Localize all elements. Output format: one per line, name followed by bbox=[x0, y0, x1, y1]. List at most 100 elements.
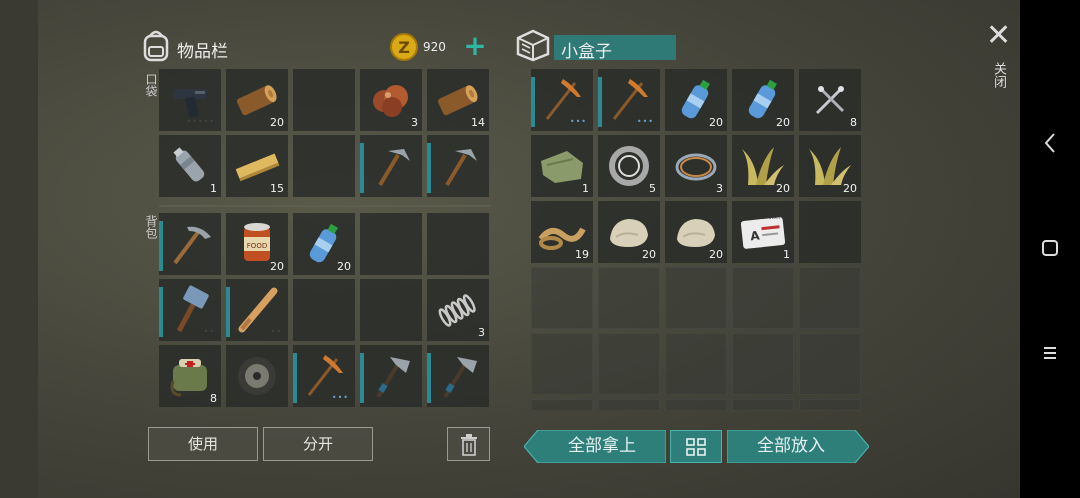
quality-dots: ••• bbox=[569, 117, 587, 126]
box-icon bbox=[516, 29, 550, 62]
sort-grid-icon bbox=[686, 438, 706, 456]
axe-icon bbox=[443, 357, 477, 399]
spring-icon bbox=[438, 294, 476, 327]
take-all-button[interactable]: 全部拿上 bbox=[524, 430, 666, 463]
container-slot[interactable]: 8 bbox=[799, 69, 861, 131]
backpack-slot[interactable]: FOOD 20 bbox=[226, 213, 288, 275]
container-empty-slot[interactable] bbox=[665, 333, 727, 395]
container-empty-slot[interactable] bbox=[732, 267, 794, 329]
backpack-slot[interactable] bbox=[360, 345, 422, 407]
axe-icon bbox=[376, 357, 410, 399]
use-button[interactable]: 使用 bbox=[148, 427, 258, 461]
pocket-slot[interactable]: 1 bbox=[159, 135, 221, 197]
durability-bar bbox=[360, 143, 364, 193]
durability-bar bbox=[598, 77, 602, 127]
backpack-slot[interactable] bbox=[293, 279, 355, 341]
backpack-slot[interactable] bbox=[427, 345, 489, 407]
backpack-slot[interactable]: ••• bbox=[293, 345, 355, 407]
pocket-slot[interactable]: 14 bbox=[427, 69, 489, 131]
item-count: 20 bbox=[709, 248, 723, 261]
home-nav-icon[interactable] bbox=[1020, 238, 1080, 263]
container-slot[interactable] bbox=[799, 201, 861, 263]
container-slot[interactable]: 20 bbox=[598, 201, 660, 263]
quality-dots: •• bbox=[270, 327, 282, 336]
pocket-slot[interactable] bbox=[293, 135, 355, 197]
put-all-button[interactable]: 全部放入 bbox=[727, 430, 869, 463]
backpack-slot[interactable]: 20 bbox=[293, 213, 355, 275]
container-empty-slot[interactable] bbox=[598, 267, 660, 329]
backpack-slot[interactable]: 3 bbox=[427, 279, 489, 341]
container-empty-slot[interactable] bbox=[598, 333, 660, 395]
pocket-slot[interactable] bbox=[293, 69, 355, 131]
container-empty-slot[interactable] bbox=[799, 333, 861, 395]
container-empty-slot[interactable] bbox=[732, 399, 794, 411]
ore-icon bbox=[373, 85, 408, 117]
container-slot[interactable]: 20 bbox=[799, 135, 861, 197]
container-empty-slot[interactable] bbox=[531, 399, 593, 411]
item-count: 20 bbox=[843, 182, 857, 195]
item-count: 8 bbox=[850, 116, 857, 129]
close-button[interactable]: ✕ bbox=[986, 21, 1011, 51]
backpack-slot[interactable] bbox=[360, 213, 422, 275]
backpack-slot[interactable] bbox=[360, 279, 422, 341]
backpack-slot[interactable] bbox=[427, 213, 489, 275]
svg-text:FOOD: FOOD bbox=[247, 242, 267, 250]
durability-bar bbox=[159, 221, 163, 271]
container-slot[interactable]: ••• bbox=[598, 69, 660, 131]
container-slot[interactable]: A US ARMY 1 bbox=[732, 201, 794, 263]
backpack-slot[interactable] bbox=[159, 213, 221, 275]
menu-nav-icon[interactable] bbox=[1020, 342, 1080, 367]
container-empty-slot[interactable] bbox=[598, 399, 660, 411]
item-count: 1 bbox=[582, 182, 589, 195]
close-label: 关闭 bbox=[991, 62, 1006, 88]
hammer-pick-icon bbox=[378, 149, 410, 187]
container-slot[interactable]: ••• bbox=[531, 69, 593, 131]
split-button[interactable]: 分开 bbox=[263, 427, 373, 461]
item-count: 15 bbox=[270, 182, 284, 195]
trash-button[interactable] bbox=[447, 427, 490, 461]
back-nav-icon[interactable] bbox=[1020, 132, 1080, 160]
pocket-slot[interactable]: ••••• bbox=[159, 69, 221, 131]
durability-bar bbox=[226, 287, 230, 337]
container-slot[interactable]: 20 bbox=[732, 135, 794, 197]
container-slot[interactable]: 3 bbox=[665, 135, 727, 197]
backpack-slot[interactable] bbox=[226, 345, 288, 407]
pocket-slot[interactable]: 15 bbox=[226, 135, 288, 197]
container-slot[interactable]: 5 bbox=[598, 135, 660, 197]
container-empty-slot[interactable] bbox=[531, 267, 593, 329]
add-coins-button[interactable]: + bbox=[461, 31, 489, 61]
system-nav-bar bbox=[1020, 0, 1080, 498]
coin-icon: Z bbox=[390, 33, 418, 61]
pocket-slot[interactable]: 20 bbox=[226, 69, 288, 131]
container-slot[interactable]: 20 bbox=[665, 69, 727, 131]
container-empty-slot[interactable] bbox=[665, 399, 727, 411]
pocket-slot[interactable] bbox=[427, 135, 489, 197]
item-count: 3 bbox=[478, 326, 485, 339]
container-empty-slot[interactable] bbox=[732, 333, 794, 395]
pocket-slot[interactable] bbox=[360, 135, 422, 197]
coin-count: 920 bbox=[423, 40, 446, 54]
pocket-slot[interactable]: 3 bbox=[360, 69, 422, 131]
item-count: 20 bbox=[642, 248, 656, 261]
sort-button[interactable] bbox=[670, 430, 722, 463]
container-empty-slot[interactable] bbox=[665, 267, 727, 329]
container-title: 小盒子 bbox=[561, 42, 612, 62]
pocket-backpack-divider bbox=[159, 205, 490, 207]
plastic-bottle-icon bbox=[173, 147, 205, 182]
item-count: 20 bbox=[776, 182, 790, 195]
container-slot[interactable]: 1 bbox=[531, 135, 593, 197]
put-all-label: 全部放入 bbox=[757, 436, 825, 456]
backpack-slot[interactable]: •• bbox=[226, 279, 288, 341]
container-slot[interactable]: 19 bbox=[531, 201, 593, 263]
nails-icon bbox=[815, 86, 845, 115]
pocket-label: 口袋 bbox=[144, 73, 158, 97]
inventory-title: 物品栏 bbox=[177, 42, 228, 62]
item-count: 1 bbox=[210, 182, 217, 195]
container-empty-slot[interactable] bbox=[799, 399, 861, 411]
container-empty-slot[interactable] bbox=[799, 267, 861, 329]
backpack-slot[interactable]: 8 bbox=[159, 345, 221, 407]
container-slot[interactable]: 20 bbox=[732, 69, 794, 131]
container-slot[interactable]: 20 bbox=[665, 201, 727, 263]
container-empty-slot[interactable] bbox=[531, 333, 593, 395]
backpack-slot[interactable]: •• bbox=[159, 279, 221, 341]
